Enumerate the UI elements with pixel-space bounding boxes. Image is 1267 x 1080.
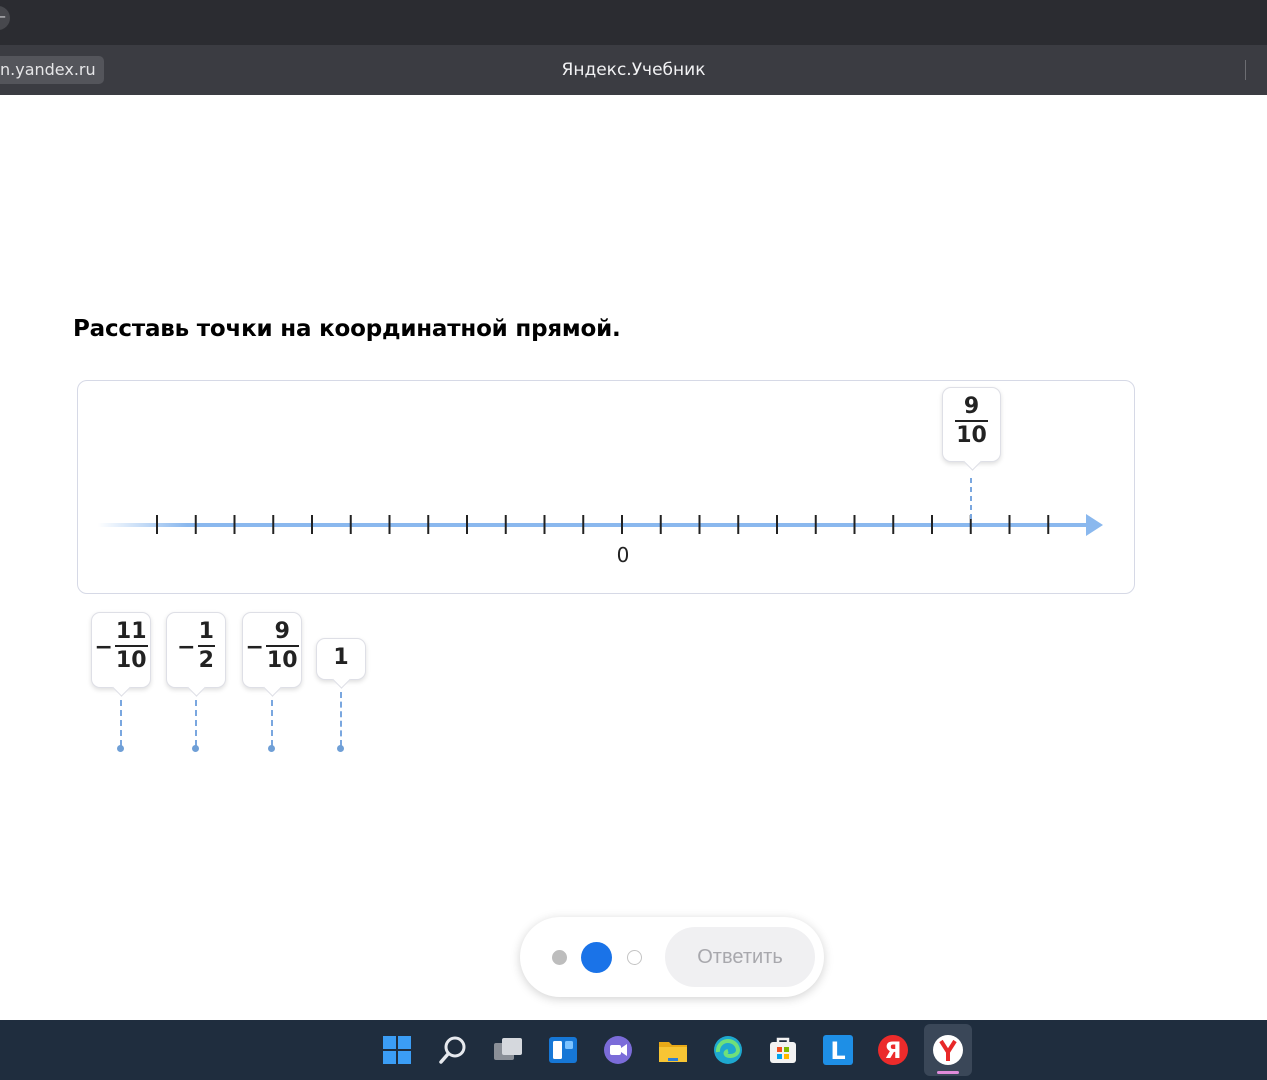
back-arrow-icon[interactable]: ← bbox=[0, 6, 10, 30]
axis-line bbox=[98, 523, 1090, 527]
toolbar-divider bbox=[1245, 60, 1246, 80]
widgets-icon[interactable] bbox=[547, 1034, 579, 1066]
integer-value: 1 bbox=[333, 645, 349, 670]
store-icon[interactable] bbox=[767, 1034, 799, 1066]
drag-handle-dot[interactable] bbox=[268, 745, 275, 752]
file-explorer-icon[interactable] bbox=[657, 1034, 689, 1066]
placed-fraction-card[interactable]: 9 10 bbox=[942, 387, 1001, 471]
step-indicator-done bbox=[552, 950, 567, 965]
card-pointer bbox=[112, 678, 131, 697]
number-line-panel[interactable]: 0 9 10 bbox=[77, 380, 1135, 594]
fraction-denominator: 10 bbox=[266, 648, 298, 673]
fraction-denominator: 2 bbox=[198, 648, 214, 673]
fraction: 9 10 bbox=[943, 394, 1000, 450]
l-app-letter: L bbox=[830, 1037, 845, 1065]
drag-handle-dot[interactable] bbox=[192, 745, 199, 752]
fraction: − 1 2 bbox=[167, 619, 225, 675]
fraction-numerator: 1 bbox=[198, 619, 214, 644]
minus-sign: − bbox=[94, 634, 113, 660]
fraction-numerator: 9 bbox=[963, 394, 980, 419]
draggable-number-one[interactable]: 1 bbox=[316, 638, 366, 689]
windows-start-icon[interactable] bbox=[381, 1034, 413, 1066]
fraction: − 9 10 bbox=[243, 619, 301, 675]
drag-handle-line bbox=[120, 700, 122, 746]
answer-control-panel: Ответить bbox=[520, 917, 824, 997]
card-pointer bbox=[187, 678, 206, 697]
browser-titlebar: ← bbox=[0, 0, 1267, 45]
fraction-numerator: 9 bbox=[274, 619, 290, 644]
page-title: Яндекс.Учебник bbox=[561, 60, 706, 80]
answer-button[interactable]: Ответить bbox=[665, 927, 815, 987]
minus-sign: − bbox=[245, 634, 264, 660]
drag-handle-dot[interactable] bbox=[337, 745, 344, 752]
yandex-browser-icon[interactable] bbox=[932, 1034, 964, 1066]
card-pointer bbox=[263, 678, 282, 697]
minus-sign: − bbox=[177, 634, 196, 660]
axis-arrow-icon bbox=[1086, 514, 1103, 536]
active-app-indicator bbox=[937, 1071, 959, 1074]
yandex-letter: Я bbox=[885, 1039, 902, 1064]
fraction-numerator: 11 bbox=[115, 619, 147, 644]
browser-address-bar: n.yandex.ru Яндекс.Учебник bbox=[0, 45, 1267, 95]
fraction: − 11 10 bbox=[92, 619, 150, 675]
task-title: Расставь точки на координатной прямой. bbox=[73, 316, 621, 342]
draggable-fraction-neg-1-2[interactable]: − 1 2 bbox=[166, 612, 226, 697]
l-app-icon[interactable]: L bbox=[822, 1034, 854, 1066]
draggable-fraction-neg-11-10[interactable]: − 11 10 bbox=[91, 612, 151, 697]
card-pointer bbox=[332, 670, 351, 689]
zero-label: 0 bbox=[617, 543, 630, 567]
drag-handle-dot[interactable] bbox=[117, 745, 124, 752]
step-indicator-next bbox=[627, 950, 642, 965]
fraction-denominator: 10 bbox=[956, 423, 987, 448]
drag-handle-line bbox=[271, 700, 273, 746]
drag-handle-line bbox=[340, 692, 342, 746]
yandex-icon[interactable]: Я bbox=[877, 1034, 909, 1066]
task-view-icon[interactable] bbox=[492, 1034, 524, 1066]
step-indicator-current bbox=[581, 942, 612, 973]
drag-handle-line bbox=[195, 700, 197, 746]
windows-taskbar: L Я bbox=[0, 1020, 1267, 1080]
search-icon[interactable] bbox=[437, 1034, 469, 1066]
chat-icon[interactable] bbox=[602, 1034, 634, 1066]
edge-icon[interactable] bbox=[712, 1034, 744, 1066]
draggable-fraction-neg-9-10[interactable]: − 9 10 bbox=[242, 612, 302, 697]
fraction-denominator: 10 bbox=[115, 648, 147, 673]
